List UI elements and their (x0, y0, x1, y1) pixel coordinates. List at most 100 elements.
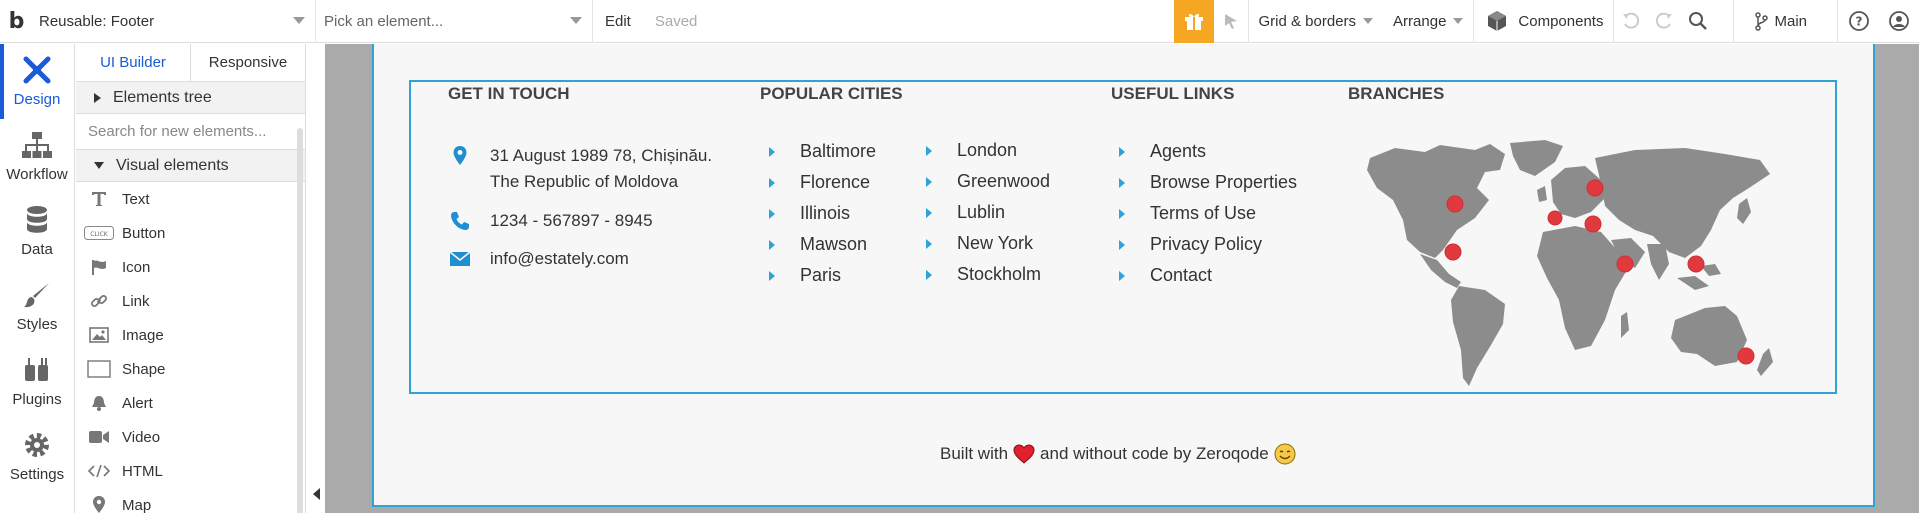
element-icon[interactable]: Icon (76, 250, 305, 284)
branch-button[interactable]: Main (1733, 0, 1837, 43)
cursor-icon (1224, 14, 1237, 29)
useful-link[interactable]: Terms of Use (1119, 198, 1297, 229)
elements-tree-label: Elements tree (113, 88, 212, 106)
arrange-label: Arrange (1393, 12, 1447, 30)
rail-design[interactable]: Design (0, 44, 74, 119)
gift-icon (1184, 13, 1203, 30)
element-label: Video (122, 428, 161, 446)
element-search (76, 114, 305, 150)
element-label: Button (122, 224, 166, 242)
brush-icon (24, 283, 49, 308)
components-button[interactable]: Components (1473, 0, 1613, 43)
element-picker-placeholder: Pick an element... (324, 12, 444, 30)
caret-right-icon (1119, 146, 1125, 157)
tab-ui-builder[interactable]: UI Builder (76, 44, 191, 81)
built-with-line: Built with and without code by Zeroqode (940, 443, 1296, 465)
account-button[interactable] (1879, 0, 1919, 43)
element-alert[interactable]: Alert (76, 386, 305, 420)
caret-right-icon (926, 176, 932, 187)
caret-right-icon (926, 145, 932, 156)
city-link[interactable]: Greenwood (926, 166, 1050, 197)
caret-down-icon (94, 162, 104, 169)
branches-title: BRANCHES (1348, 84, 1445, 103)
element-video[interactable]: Video (76, 420, 305, 454)
useful-link[interactable]: Privacy Policy (1119, 229, 1297, 260)
useful-link[interactable]: Contact (1119, 260, 1297, 291)
caret-right-icon (926, 269, 932, 280)
element-image[interactable]: Image (76, 318, 305, 352)
bubble-logo[interactable]: b (0, 0, 33, 43)
city-link[interactable]: Lublin (926, 197, 1050, 228)
element-text[interactable]: Text (76, 182, 305, 216)
rail-plugins[interactable]: Plugins (0, 344, 74, 419)
top-toolbar: b Reusable: Footer Pick an element... Ed… (0, 0, 1919, 43)
elements-tree-toggle[interactable]: Elements tree (76, 82, 305, 114)
city-link[interactable]: London (926, 135, 1050, 166)
city-link[interactable]: Baltimore (769, 136, 876, 167)
search-button[interactable] (1681, 0, 1715, 43)
element-label: Map (122, 496, 152, 513)
useful-link-label: Privacy Policy (1150, 234, 1263, 254)
useful-link[interactable]: Agents (1119, 136, 1297, 167)
useful-link-label: Contact (1150, 265, 1213, 285)
branch-icon (1755, 12, 1769, 31)
edit-menu[interactable]: Edit (593, 13, 643, 30)
undo-button[interactable] (1613, 0, 1647, 43)
world-map-image (1367, 140, 1773, 386)
panel-scrollbar[interactable] (297, 128, 303, 513)
arrange-button[interactable]: Arrange (1383, 0, 1473, 43)
element-html[interactable]: HTML (76, 454, 305, 488)
element-shape[interactable]: Shape (76, 352, 305, 386)
built-with-text: Built with (940, 444, 1009, 463)
cube-icon (1488, 11, 1507, 31)
city-label: Baltimore (800, 141, 877, 161)
city-link[interactable]: Paris (769, 260, 876, 291)
rail-workflow[interactable]: Workflow (0, 119, 74, 194)
tab-responsive[interactable]: Responsive (191, 44, 305, 81)
rail-settings[interactable]: Settings (0, 419, 74, 494)
element-button[interactable]: CLICK Button (76, 216, 305, 250)
help-button[interactable]: ? (1837, 0, 1879, 43)
chevron-down-icon (1453, 18, 1464, 24)
rail-data-label: Data (21, 241, 53, 258)
select-tool-button[interactable] (1214, 0, 1248, 43)
panel-tabs: UI Builder Responsive (76, 44, 305, 82)
undo-icon (1622, 12, 1640, 29)
email-link[interactable]: info@estately.com (490, 246, 629, 272)
rail-data[interactable]: Data (0, 194, 74, 269)
address-row: 31 August 1989 78, Chișinău. The Republi… (446, 143, 712, 195)
address-text: 31 August 1989 78, Chișinău. The Republi… (490, 143, 712, 195)
city-link[interactable]: Florence (769, 167, 876, 198)
rail-styles[interactable]: Styles (0, 269, 74, 344)
collapse-panel-icon[interactable] (313, 488, 320, 500)
useful-link[interactable]: Browse Properties (1119, 167, 1297, 198)
element-label: Alert (122, 394, 153, 412)
elements-panel: UI Builder Responsive Elements tree Visu… (76, 44, 306, 513)
grid-borders-button[interactable]: Grid & borders (1247, 0, 1384, 43)
element-search-input[interactable] (88, 123, 288, 140)
gift-button[interactable] (1173, 0, 1214, 43)
caret-right-icon (926, 238, 932, 249)
phone-icon (446, 208, 474, 234)
city-label: Stockholm (957, 264, 1042, 284)
element-picker[interactable]: Pick an element... (316, 0, 593, 43)
element-label: HTML (122, 462, 163, 480)
cities-column-1: Baltimore Florence Illinois Mawson Paris (769, 136, 876, 291)
city-link[interactable]: New York (926, 228, 1050, 259)
design-icon (23, 56, 51, 84)
city-link[interactable]: Illinois (769, 198, 876, 229)
city-link[interactable]: Stockholm (926, 259, 1050, 290)
redo-icon (1656, 12, 1673, 29)
redo-button[interactable] (1647, 0, 1681, 43)
popular-cities-title: POPULAR CITIES (760, 84, 903, 103)
element-label: Link (122, 292, 150, 310)
city-link[interactable]: Mawson (769, 229, 876, 260)
visual-elements-toggle[interactable]: Visual elements (76, 150, 305, 182)
cities-column-2: London Greenwood Lublin New York Stockho… (926, 135, 1050, 290)
image-icon (84, 325, 114, 345)
element-map[interactable]: Map (76, 488, 305, 513)
phone-row: 1234 - 567897 - 8945 (446, 208, 653, 234)
save-status: Saved (654, 12, 698, 30)
page-selector[interactable]: Reusable: Footer (33, 0, 316, 43)
element-link[interactable]: Link (76, 284, 305, 318)
